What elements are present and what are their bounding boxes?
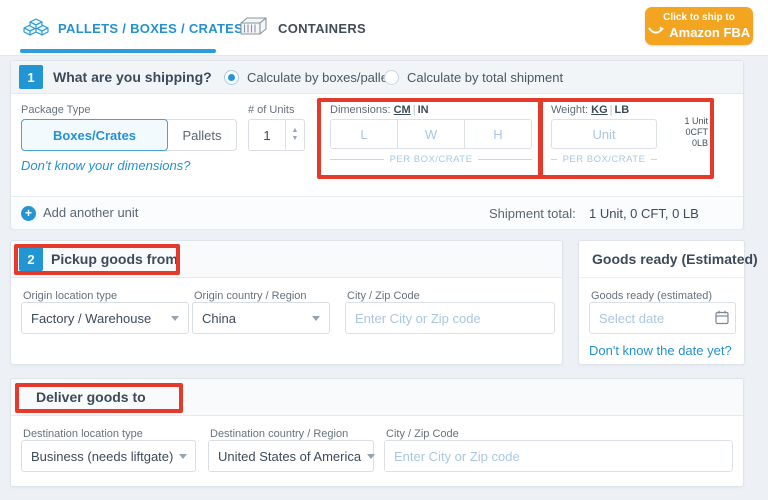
length-input[interactable]: [331, 120, 397, 148]
pallet-boxes-icon: [22, 15, 50, 44]
shipment-total-label: Shipment total:: [489, 206, 576, 221]
section1-number-badge: 1: [19, 65, 43, 89]
destination-country-select[interactable]: United States of America: [208, 440, 374, 472]
destination-location-type-select[interactable]: Business (needs liftgate): [21, 440, 196, 472]
package-type-label: Package Type: [21, 104, 91, 116]
weight-unit-label: Weight: KG|LB: [551, 104, 629, 116]
amazon-fba-button-line2: Amazon FBA: [669, 25, 750, 40]
destination-location-type-value: Business (needs liftgate): [31, 449, 173, 464]
units-decrement-arrow[interactable]: ▼: [292, 135, 299, 143]
destination-city-label: City / Zip Code: [386, 428, 459, 440]
unit-summary-lb: 0LB: [656, 138, 708, 149]
origin-location-type-value: Factory / Warehouse: [31, 311, 151, 326]
radio-calculate-by-total[interactable]: [384, 70, 399, 85]
section2-number-badge: 2: [19, 247, 43, 271]
dont-know-dimensions-link[interactable]: Don't know your dimensions?: [21, 158, 190, 173]
width-input[interactable]: [398, 120, 464, 148]
amazon-arrow-icon: [648, 23, 669, 40]
plus-icon[interactable]: +: [21, 206, 36, 221]
weight-per-box-label: PER BOX/CRATE: [551, 154, 657, 165]
chevron-down-icon: [367, 454, 375, 459]
origin-location-type-label: Origin location type: [23, 290, 117, 302]
weight-input[interactable]: [551, 119, 657, 149]
dimensions-per-box-text: PER BOX/CRATE: [384, 154, 479, 165]
goods-ready-panel: Goods ready (Estimated) Goods ready (est…: [578, 240, 745, 365]
radio-calculate-by-boxes-label[interactable]: Calculate by boxes/pallets: [247, 70, 398, 85]
tab-pallets-boxes-crates[interactable]: PALLETS / BOXES / CRATES: [58, 21, 243, 36]
chevron-down-icon: [312, 316, 320, 321]
amazon-fba-button[interactable]: Click to ship to Amazon FBA: [645, 7, 753, 45]
dimensions-per-box-label: PER BOX/CRATE: [330, 154, 532, 165]
origin-city-label: City / Zip Code: [347, 290, 420, 302]
dont-know-date-link[interactable]: Don't know the date yet?: [589, 343, 732, 358]
calendar-icon[interactable]: [715, 310, 729, 330]
weight-per-box-text: PER BOX/CRATE: [557, 154, 652, 165]
origin-country-select[interactable]: China: [192, 302, 330, 334]
unit-summary: 1 Unit 0CFT 0LB: [656, 116, 708, 149]
package-type-pallets-button[interactable]: Pallets: [168, 120, 236, 150]
units-spinner: ▲ ▼: [285, 120, 304, 150]
amazon-fba-button-line1: Click to ship to: [645, 12, 753, 23]
dimensions-input-group: [330, 119, 532, 149]
weight-unit-kg[interactable]: KG: [591, 104, 608, 116]
units-label: # of Units: [248, 104, 294, 116]
radio-calculate-by-total-label[interactable]: Calculate by total shipment: [407, 70, 563, 85]
weight-unit-lb[interactable]: LB: [615, 104, 630, 116]
tab-containers[interactable]: CONTAINERS: [278, 21, 366, 36]
destination-country-value: United States of America: [218, 449, 361, 464]
top-navigation-bar: PALLETS / BOXES / CRATES CONTAINERS Clic…: [0, 0, 768, 56]
dimensions-label-text: Dimensions:: [330, 104, 391, 116]
section1-footer: + Add another unit Shipment total: 1 Uni…: [11, 196, 743, 229]
shipping-details-panel: 1 What are you shipping? Calculate by bo…: [10, 60, 744, 229]
radio-calculate-by-boxes[interactable]: [224, 70, 239, 85]
weight-label-text: Weight:: [551, 104, 588, 116]
section1-title: What are you shipping?: [53, 69, 212, 85]
chevron-down-icon: [179, 454, 187, 459]
units-value[interactable]: 1: [249, 120, 285, 150]
unit-summary-units: 1 Unit: [656, 116, 708, 127]
goods-ready-title: Goods ready (Estimated): [592, 251, 758, 267]
goods-ready-label: Goods ready (estimated): [591, 290, 712, 302]
section3-title: Deliver goods to: [36, 389, 146, 405]
pickup-panel: 2 Pickup goods from Origin location type…: [10, 240, 563, 365]
origin-country-value: China: [202, 311, 236, 326]
origin-city-input[interactable]: [345, 302, 555, 334]
section2-title: Pickup goods from: [51, 251, 178, 267]
chevron-down-icon: [171, 316, 179, 321]
package-type-segmented-control: Boxes/Crates Pallets: [21, 119, 237, 151]
origin-location-type-select[interactable]: Factory / Warehouse: [21, 302, 189, 334]
dimensions-unit-label: Dimensions: CM|IN: [330, 104, 429, 116]
shipment-total-value: 1 Unit, 0 CFT, 0 LB: [589, 206, 699, 221]
container-icon: [238, 16, 268, 43]
destination-location-type-label: Destination location type: [23, 428, 143, 440]
package-type-boxes-crates-button[interactable]: Boxes/Crates: [21, 119, 168, 151]
height-input[interactable]: [465, 120, 531, 148]
destination-country-label: Destination country / Region: [210, 428, 348, 440]
unit-summary-cft: 0CFT: [656, 127, 708, 138]
active-tab-underline: [20, 49, 216, 53]
weight-unit-separator: |: [608, 104, 615, 116]
units-stepper: 1 ▲ ▼: [248, 119, 305, 151]
deliver-panel: Deliver goods to Destination location ty…: [10, 378, 744, 487]
goods-ready-date-input[interactable]: [589, 302, 736, 334]
destination-city-input[interactable]: [384, 440, 733, 472]
dimensions-unit-separator: |: [411, 104, 418, 116]
dimensions-unit-in[interactable]: IN: [418, 104, 429, 116]
dimensions-unit-cm[interactable]: CM: [394, 104, 411, 116]
add-another-unit-link[interactable]: Add another unit: [43, 205, 138, 220]
units-increment-arrow[interactable]: ▲: [292, 127, 299, 135]
origin-country-label: Origin country / Region: [194, 290, 307, 302]
